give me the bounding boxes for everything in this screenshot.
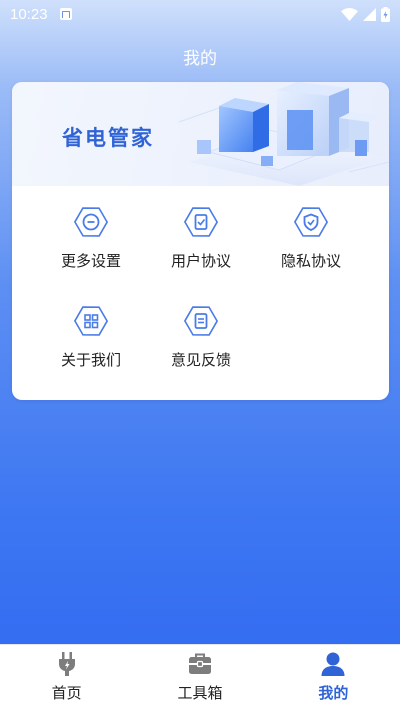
page-title: 我的: [183, 49, 217, 69]
about-grid-icon: [73, 306, 109, 336]
brand-title: 省电管家: [62, 126, 154, 150]
status-time: 10:23: [10, 5, 48, 23]
bottom-nav: 首页 工具箱 我的: [0, 644, 400, 712]
menu-label: 隐私协议: [280, 252, 341, 270]
settings-icon: [73, 207, 109, 237]
brand-banner: 省电管家: [12, 82, 389, 186]
signal-icon: [363, 7, 376, 21]
nav-mine[interactable]: 我的: [267, 645, 400, 712]
nav-toolbox[interactable]: 工具箱: [133, 645, 266, 712]
status-icons: [341, 6, 390, 22]
toolbox-icon: [188, 653, 211, 674]
privacy-shield-icon: [293, 207, 329, 237]
menu-label: 用户协议: [170, 252, 231, 270]
menu-item-more-settings[interactable]: 更多设置: [36, 186, 146, 270]
menu-item-user-agreement[interactable]: 用户协议: [146, 186, 256, 270]
battery-icon: [381, 6, 390, 22]
plug-icon: [58, 652, 75, 676]
menu-label: 更多设置: [60, 252, 121, 270]
menu-label: 意见反馈: [170, 351, 231, 369]
menu-item-about-us[interactable]: 关于我们: [36, 285, 146, 369]
menu-label: 关于我们: [60, 351, 121, 369]
nav-label: 首页: [51, 684, 82, 702]
nav-label: 工具箱: [177, 684, 223, 702]
feedback-doc-icon: [183, 306, 219, 336]
menu-item-privacy-agreement[interactable]: 隐私协议: [256, 186, 366, 270]
menu-item-feedback[interactable]: 意见反馈: [146, 285, 256, 369]
isometric-blocks-illustration: [179, 82, 389, 186]
notification-icon: [59, 8, 72, 20]
nav-label: 我的: [318, 684, 349, 702]
wifi-icon: [341, 7, 358, 21]
nav-home[interactable]: 首页: [0, 645, 133, 712]
status-bar: 10:23: [0, 0, 400, 28]
user-icon: [321, 652, 345, 676]
profile-card: 省电管家 更多设置 用户协议 隐私协议 关于我们 意见反馈: [12, 82, 389, 400]
user-agreement-icon: [183, 207, 219, 237]
